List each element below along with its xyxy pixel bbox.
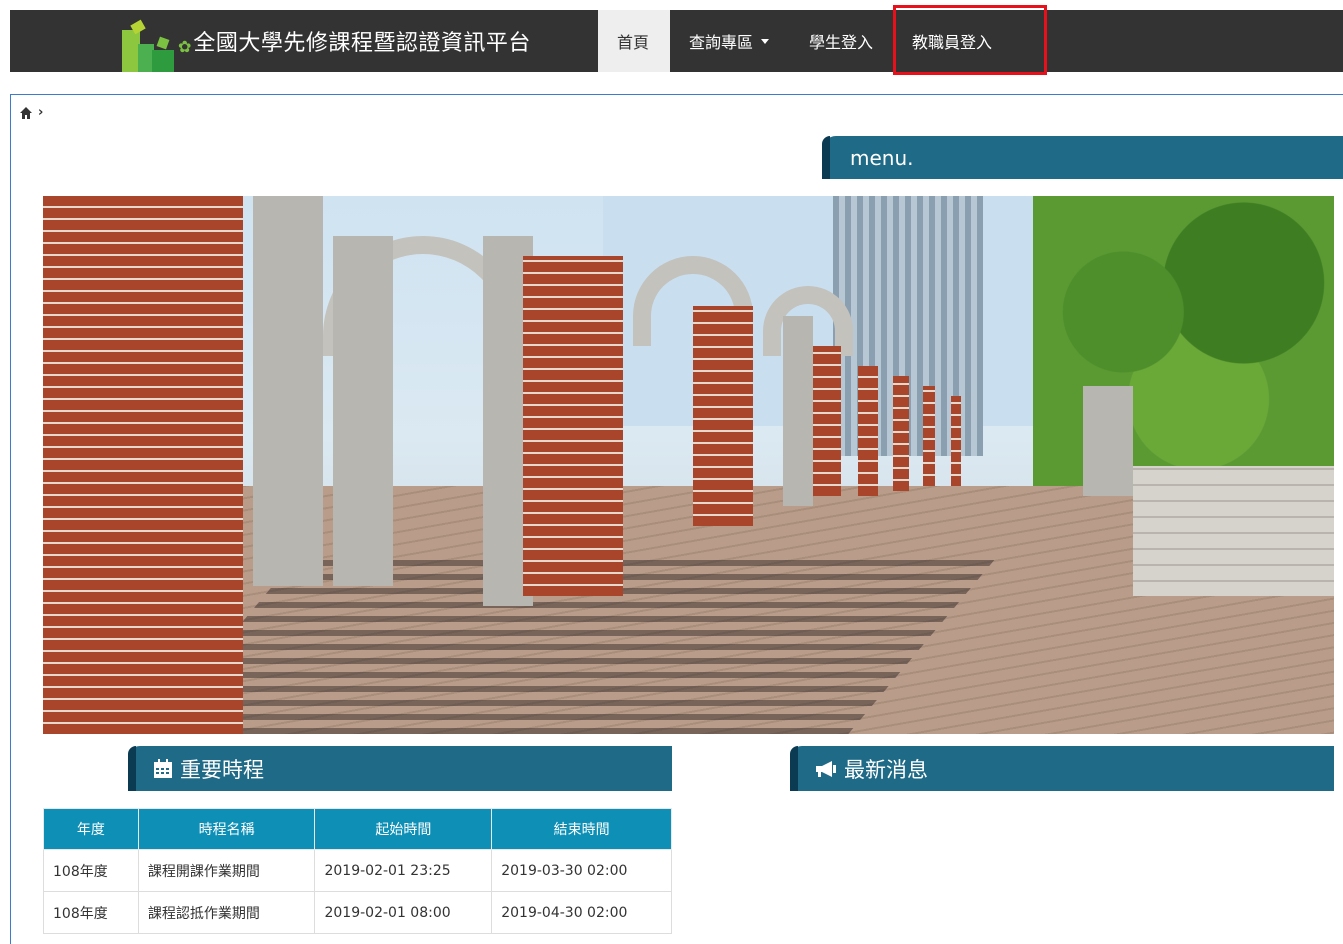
- table-row: 108年度 課程認抵作業期間 2019-02-01 08:00 2019-04-…: [43, 891, 672, 934]
- news-title: 最新消息: [844, 757, 928, 782]
- nav-item-home[interactable]: 首頁: [598, 10, 671, 72]
- megaphone-icon: [814, 759, 838, 779]
- cell-year: 108年度: [43, 849, 139, 892]
- chevron-right-icon: ›: [38, 105, 44, 120]
- nav-item-home-label: 首頁: [617, 33, 650, 52]
- cell-start: 2019-02-01 08:00: [314, 891, 493, 934]
- caret-down-icon: [761, 38, 770, 44]
- brand[interactable]: ✿ 全國大學先修課程暨認證資訊平台: [118, 10, 531, 72]
- cell-name: 課程認抵作業期間: [137, 891, 316, 934]
- cell-end: 2019-03-30 02:00: [491, 849, 672, 892]
- main-content: › menu. 重要時程 年度 時程名稱 起始時間 結束時間 108年度 課程開…: [10, 94, 1343, 944]
- nav-item-query-label: 查詢專區: [689, 33, 754, 52]
- site-logo: [118, 10, 178, 72]
- menu-title: menu.: [850, 145, 914, 170]
- top-navbar: ✿ 全國大學先修課程暨認證資訊平台 首頁 查詢專區 學生登入 教職員登入: [10, 10, 1343, 72]
- column-header-name: 時程名稱: [137, 808, 316, 850]
- cell-start: 2019-02-01 23:25: [314, 849, 493, 892]
- table-header-row: 年度 時程名稱 起始時間 結束時間: [43, 808, 672, 850]
- cell-year: 108年度: [43, 891, 139, 934]
- menu-bar[interactable]: menu.: [822, 136, 1343, 179]
- cell-name: 課程開課作業期間: [137, 849, 316, 892]
- news-header: 最新消息: [790, 746, 1334, 791]
- site-title[interactable]: 全國大學先修課程暨認證資訊平台: [193, 25, 531, 57]
- schedule-header: 重要時程: [128, 746, 672, 791]
- schedule-table: 年度 時程名稱 起始時間 結束時間 108年度 課程開課作業期間 2019-02…: [43, 808, 672, 934]
- breadcrumb: ›: [19, 105, 43, 120]
- table-row: 108年度 課程開課作業期間 2019-02-01 23:25 2019-03-…: [43, 849, 672, 892]
- nav-item-student-login-label: 學生登入: [809, 33, 874, 52]
- column-header-start: 起始時間: [314, 808, 493, 850]
- column-header-year: 年度: [43, 808, 139, 850]
- sprout-icon: ✿: [178, 36, 192, 56]
- cell-end: 2019-04-30 02:00: [491, 891, 672, 934]
- highlight-box: [893, 5, 1047, 75]
- campus-photo: [43, 196, 1334, 734]
- nav-item-student-login[interactable]: 學生登入: [790, 10, 892, 72]
- column-header-end: 結束時間: [491, 808, 672, 850]
- home-icon[interactable]: [19, 106, 33, 120]
- schedule-title: 重要時程: [180, 757, 264, 782]
- calendar-icon: [152, 758, 174, 780]
- nav-item-query-dropdown[interactable]: 查詢專區: [670, 10, 790, 72]
